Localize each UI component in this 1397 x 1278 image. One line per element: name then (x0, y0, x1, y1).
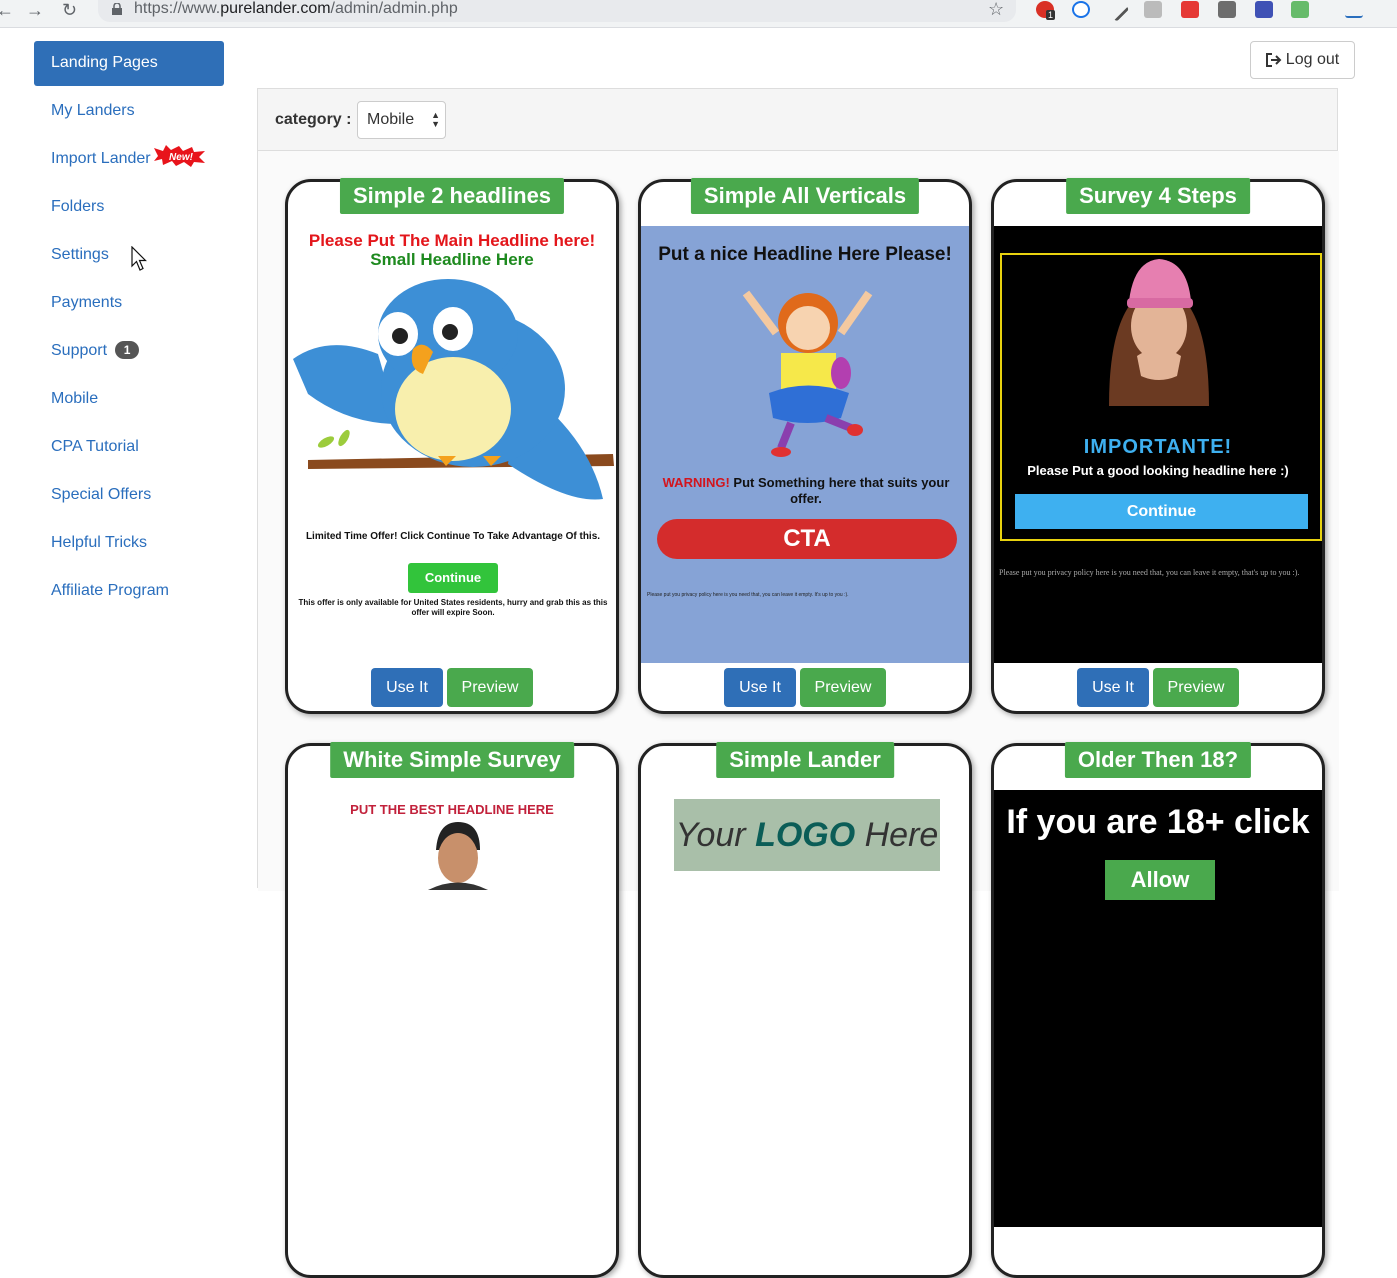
sidebar-item-my-landers[interactable]: My Landers (34, 89, 224, 137)
purelander-icon[interactable] (1345, 1, 1363, 18)
address-bar[interactable]: https://www.purelander.com/admin/admin.p… (98, 0, 1016, 22)
lander-preview: Your LOGO Here (641, 790, 969, 1227)
lander-card: Survey 4 Steps IMPORTANTE! Please Put a … (991, 178, 1325, 714)
bird-illustration (293, 279, 614, 500)
sidebar-item-folders[interactable]: Folders (34, 185, 224, 233)
lander-card: Simple All Verticals Put a nice Headline… (638, 178, 972, 714)
eyedropper-icon[interactable] (1104, 0, 1130, 22)
sidebar-item-affiliate-program[interactable]: Affiliate Program (34, 569, 224, 617)
lander-preview: Please Put The Main Headline here! Small… (288, 226, 616, 663)
extension-badge: 1 (1046, 10, 1056, 20)
sidebar-item-import-lander[interactable]: Import Lander New! (34, 137, 224, 185)
sidebar: Landing Pages My Landers Import Lander N… (34, 41, 224, 617)
logo-placeholder: Your LOGO Here (674, 799, 940, 871)
lock-icon (112, 3, 122, 15)
card-title: White Simple Survey (330, 742, 574, 778)
forward-icon[interactable]: → (26, 1, 44, 19)
category-label: category : (275, 111, 352, 128)
card-actions: Use It Preview (994, 668, 1322, 707)
extension-icon[interactable] (1291, 1, 1309, 18)
fine-print: Please put you privacy policy here is yo… (999, 568, 1300, 577)
man-illustration (428, 822, 488, 890)
sidebar-item-cpa-tutorial[interactable]: CPA Tutorial (34, 425, 224, 473)
preview-headline: If you are 18+ click (1006, 803, 1310, 841)
support-count-badge: 1 (115, 341, 140, 359)
lander-preview: PUT THE BEST HEADLINE HERE (288, 790, 616, 1227)
woman-illustration (1109, 259, 1209, 406)
sidebar-item-special-offers[interactable]: Special Offers (34, 473, 224, 521)
preview-headline: PUT THE BEST HEADLINE HERE (350, 802, 554, 817)
preview-button[interactable]: Preview (800, 668, 886, 707)
sidebar-item-helpful-tricks[interactable]: Helpful Tricks (34, 521, 224, 569)
mouse-cursor-icon (131, 246, 147, 271)
lander-card: Simple 2 headlines Please Put The Main H… (285, 178, 619, 714)
card-title: Older Then 18? (1064, 742, 1252, 778)
bookmark-star-icon[interactable]: ☆ (988, 0, 1004, 18)
main-panel: category : Mobile ▲ ▼ Simple 2 headlines … (257, 88, 1339, 1278)
sidebar-item-mobile[interactable]: Mobile (34, 377, 224, 425)
extension-icon[interactable] (1218, 1, 1236, 18)
use-it-button[interactable]: Use It (724, 668, 796, 707)
reload-icon[interactable]: ↻ (62, 1, 77, 19)
logout-button[interactable]: Log out (1250, 41, 1355, 79)
fine-print: This offer is only available for United … (298, 598, 608, 617)
extension-icon[interactable] (1072, 1, 1090, 18)
fine-print: Please put you privacy policy here is yo… (647, 592, 849, 598)
warning-text: WARNING! Put Something here that suits y… (662, 475, 950, 506)
lander-card: Simple Lander Your LOGO Here (638, 742, 972, 1278)
lander-preview: IMPORTANTE! Please Put a good looking he… (994, 226, 1322, 663)
category-select[interactable]: Mobile ▲ ▼ (357, 101, 446, 139)
preview-subheadline: Please Put a good looking headline here … (1027, 463, 1289, 478)
preview-allow-button: Allow (1105, 860, 1215, 900)
card-actions: Use It Preview (641, 668, 969, 707)
logout-icon (1265, 53, 1282, 67)
girl-illustration (742, 290, 873, 457)
lander-card: White Simple Survey PUT THE BEST HEADLIN… (285, 742, 619, 1278)
preview-button[interactable]: Preview (1153, 668, 1239, 707)
lander-preview: Put a nice Headline Here Please! WARNING… (641, 226, 969, 663)
card-title: Simple Lander (716, 742, 894, 778)
back-icon[interactable]: ← (0, 1, 14, 19)
preview-headline: Put a nice Headline Here Please! (658, 244, 952, 265)
preview-button[interactable]: Preview (447, 668, 533, 707)
card-title: Simple 2 headlines (339, 178, 565, 214)
sidebar-item-payments[interactable]: Payments (34, 281, 224, 329)
use-it-button[interactable]: Use It (371, 668, 443, 707)
lander-card: Older Then 18? If you are 18+ click Allo… (991, 742, 1325, 1278)
filter-bar: category : Mobile ▲ ▼ (258, 89, 1337, 151)
card-actions: Use It Preview (288, 668, 616, 707)
sidebar-item-settings[interactable]: Settings (34, 233, 224, 281)
svg-text:New!: New! (169, 152, 194, 163)
extension-icon[interactable] (1144, 1, 1162, 18)
preview-cta-button: CTA (657, 519, 957, 559)
preview-continue-button: Continue (408, 563, 498, 593)
card-title: Simple All Verticals (690, 178, 920, 214)
browser-toolbar: ← → ↻ https://www.purelander.com/admin/a… (0, 0, 1397, 28)
use-it-button[interactable]: Use It (1077, 668, 1149, 707)
lander-preview: If you are 18+ click Allow (994, 790, 1322, 1227)
card-title: Survey 4 Steps (1066, 178, 1250, 214)
preview-continue-button: Continue (1015, 494, 1308, 529)
sidebar-item-support[interactable]: Support 1 (34, 329, 224, 377)
download-icon[interactable] (1181, 1, 1199, 18)
offer-text: Limited Time Offer! Click Continue To Ta… (305, 531, 601, 542)
preview-subheadline: Small Headline Here (370, 250, 534, 269)
sidebar-item-landing-pages[interactable]: Landing Pages (34, 41, 224, 86)
preview-headline: IMPORTANTE! (1083, 436, 1233, 458)
url-text: https://www.purelander.com/admin/admin.p… (134, 0, 458, 17)
lander-grid: Simple 2 headlines Please Put The Main H… (258, 151, 1339, 1278)
select-arrows-icon: ▲ ▼ (431, 110, 440, 129)
extension-icon[interactable] (1255, 1, 1273, 18)
new-badge: New! (154, 145, 205, 167)
preview-headline: Please Put The Main Headline here! (308, 231, 596, 250)
